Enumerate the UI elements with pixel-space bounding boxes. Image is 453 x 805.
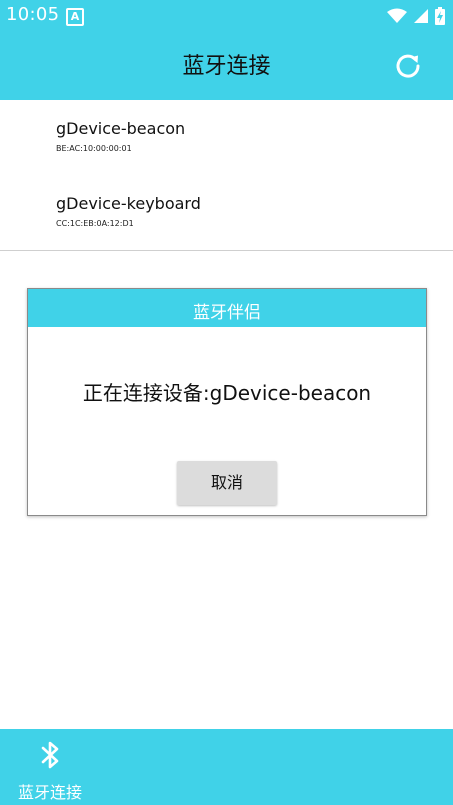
device-list: gDevice-beacon BE:AC:10:00:00:01 gDevice… xyxy=(0,100,453,251)
device-item[interactable]: gDevice-beacon BE:AC:10:00:00:01 xyxy=(0,100,453,175)
connecting-dialog: 蓝牙伴侣 正在连接设备:gDevice-beacon 取消 xyxy=(27,288,427,516)
refresh-button[interactable] xyxy=(393,51,423,81)
dialog-message: 正在连接设备:gDevice-beacon xyxy=(82,381,372,405)
dialog-header: 蓝牙伴侣 xyxy=(28,289,426,327)
cancel-button[interactable]: 取消 xyxy=(177,461,277,505)
device-name: gDevice-beacon xyxy=(56,119,186,138)
device-mac: BE:AC:10:00:00:01 xyxy=(56,144,132,153)
bottom-nav: 蓝牙连接 xyxy=(0,729,453,805)
notification-icon: A xyxy=(66,8,84,26)
nav-item-bluetooth-connect[interactable]: 蓝牙连接 xyxy=(0,729,100,805)
dialog-title: 蓝牙伴侣 xyxy=(193,303,261,323)
wifi-icon xyxy=(387,8,407,23)
bluetooth-icon xyxy=(41,741,59,769)
device-item[interactable]: gDevice-keyboard CC:1C:EB:0A:12:D1 xyxy=(0,175,453,250)
battery-charging-icon xyxy=(435,7,445,25)
device-mac: CC:1C:EB:0A:12:D1 xyxy=(56,219,134,228)
top-header: 10:05 A 蓝牙连接 xyxy=(0,0,453,100)
nav-label: 蓝牙连接 xyxy=(17,783,82,802)
status-icons xyxy=(387,6,445,26)
status-time: 10:05 xyxy=(6,4,60,25)
page-title: 蓝牙连接 xyxy=(182,54,271,79)
status-bar: 10:05 A xyxy=(0,0,453,32)
refresh-icon xyxy=(396,54,420,78)
device-name: gDevice-keyboard xyxy=(56,194,201,213)
signal-icon xyxy=(414,9,428,23)
